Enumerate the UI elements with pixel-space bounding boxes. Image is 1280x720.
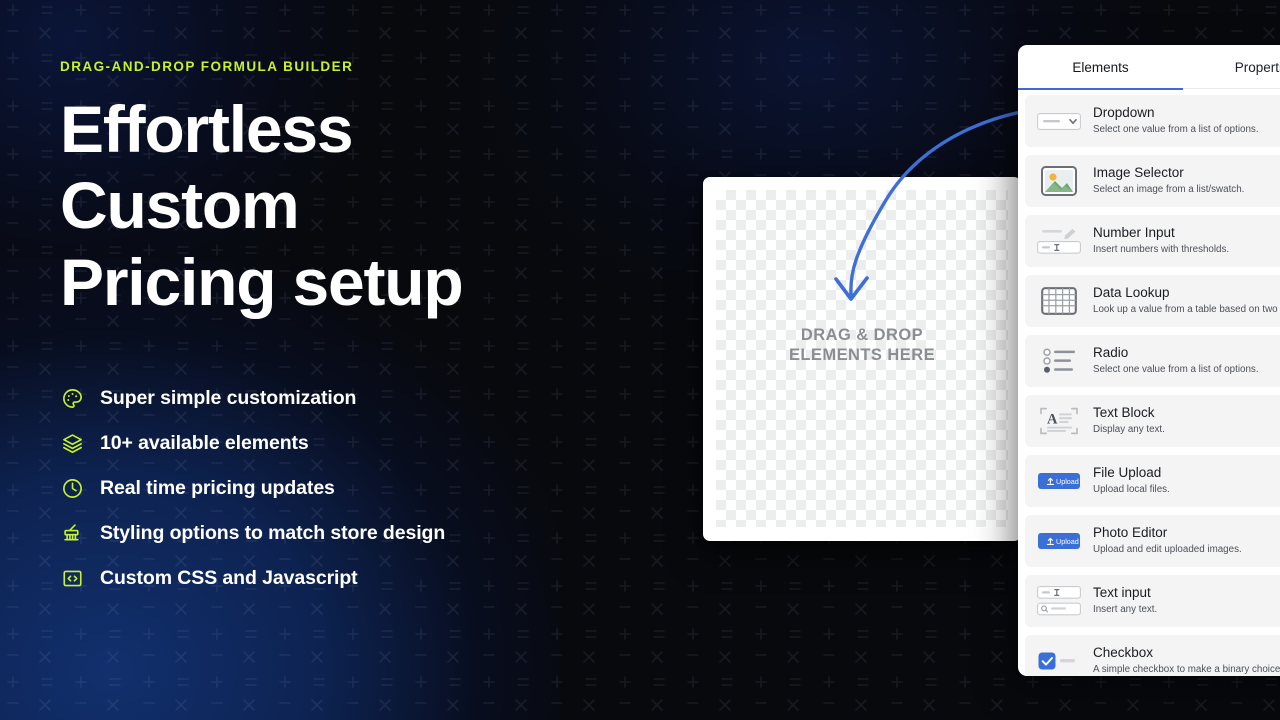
feature-label: Custom CSS and Javascript <box>100 566 358 589</box>
list-item-description: Insert numbers with thresholds. <box>1093 244 1230 256</box>
feature-label: Super simple customization <box>100 386 357 409</box>
photo-editor-thumb-icon: Upload <box>1033 522 1085 560</box>
feature-label: 10+ available elements <box>100 431 309 454</box>
drop-zone-hint-line-1: DRAG & DROP <box>800 326 924 345</box>
list-item-text: Text Block Display any text. <box>1093 405 1280 437</box>
headline-line-3: Pricing setup <box>60 245 464 320</box>
file-upload-thumb-icon: Upload <box>1033 462 1085 500</box>
list-item-description: Select one value from a list of options. <box>1093 364 1259 376</box>
list-item[interactable]: Radio Select one value from a list of op… <box>1025 335 1280 387</box>
data-lookup-thumb-icon <box>1033 282 1085 320</box>
eyebrow-label: DRAG-AND-DROP FORMULA BUILDER <box>60 59 354 74</box>
code-brackets-icon <box>60 567 84 591</box>
feature-item: Super simple customization <box>60 376 680 421</box>
list-item-text: Data Lookup Look up a value from a table… <box>1093 285 1280 317</box>
radio-thumb-icon <box>1033 342 1085 380</box>
drop-zone[interactable]: DRAG & DROP ELEMENTS HERE <box>716 190 1008 527</box>
feature-item: Custom CSS and Javascript <box>60 556 680 601</box>
list-item-title: Text input <box>1093 585 1151 601</box>
text-input-thumb-icon <box>1033 582 1085 620</box>
tab-elements[interactable]: Elements <box>1018 45 1183 90</box>
list-item[interactable]: Upload File Upload Upload local files. <box>1025 455 1280 507</box>
drop-zone-hint-line-2: ELEMENTS HERE <box>788 345 936 364</box>
list-item-title: Text Block <box>1093 405 1155 421</box>
list-item[interactable]: Dropdown Select one value from a list of… <box>1025 95 1280 147</box>
list-item-title: Number Input <box>1093 225 1175 241</box>
drop-zone-hint: DRAG & DROP ELEMENTS HERE <box>789 326 935 365</box>
list-item[interactable]: Number Input Insert numbers with thresho… <box>1025 215 1280 267</box>
list-item-title: Dropdown <box>1093 105 1155 121</box>
list-item[interactable]: Upload Photo Editor Upload and edit uplo… <box>1025 515 1280 567</box>
number-input-thumb-icon <box>1033 222 1085 260</box>
feature-label: Real time pricing updates <box>100 476 335 499</box>
list-item-title: File Upload <box>1093 465 1162 481</box>
list-item-description: Insert any text. <box>1093 604 1158 616</box>
list-item[interactable]: Checkbox A simple checkbox to make a bin… <box>1025 635 1280 676</box>
list-item-description: Look up a value from a table based on tw… <box>1093 304 1280 316</box>
svg-text:Upload: Upload <box>1056 477 1079 486</box>
list-item-title: Image Selector <box>1093 165 1184 181</box>
page-stage: DRAG-AND-DROP FORMULA BUILDER Effortless… <box>0 0 1280 720</box>
palette-icon <box>60 387 84 411</box>
tab-elements-label: Elements <box>1072 59 1129 75</box>
list-item-description: Select an image from a list/swatch. <box>1093 184 1245 196</box>
list-item[interactable]: A Text Block Display any text. <box>1025 395 1280 447</box>
feature-item: 10+ available elements <box>60 421 680 466</box>
dropdown-thumb-icon <box>1033 102 1085 140</box>
list-item[interactable]: Text input Insert any text. <box>1025 575 1280 627</box>
paint-brush-icon <box>60 522 84 546</box>
list-item-text: Image Selector Select an image from a li… <box>1093 165 1280 197</box>
tab-properties-label: Properties <box>1234 59 1280 75</box>
list-item-description: Upload and edit uploaded images. <box>1093 544 1242 556</box>
image-selector-thumb-icon <box>1033 162 1085 200</box>
layers-icon <box>60 432 84 456</box>
list-item-text: Dropdown Select one value from a list of… <box>1093 105 1280 137</box>
headline-line-2: Custom <box>60 168 300 243</box>
list-item-text: Checkbox A simple checkbox to make a bin… <box>1093 645 1280 676</box>
page-title: Effortless Custom Pricing setup <box>60 91 680 322</box>
list-item[interactable]: Image Selector Select an image from a li… <box>1025 155 1280 207</box>
elements-panel: Elements Properties Dropdown Select o <box>1018 45 1280 676</box>
list-item-title: Radio <box>1093 345 1129 361</box>
list-item-text: Photo Editor Upload and edit uploaded im… <box>1093 525 1280 557</box>
feature-item: Styling options to match store design <box>60 511 680 556</box>
list-item-text: File Upload Upload local files. <box>1093 465 1280 497</box>
list-item-text: Number Input Insert numbers with thresho… <box>1093 225 1280 257</box>
feature-label: Styling options to match store design <box>100 521 446 544</box>
list-item[interactable]: Data Lookup Look up a value from a table… <box>1025 275 1280 327</box>
clock-icon <box>60 477 84 501</box>
tab-properties[interactable]: Properties <box>1183 45 1280 89</box>
headline-line-1: Effortless <box>60 91 354 166</box>
list-item-text: Text input Insert any text. <box>1093 585 1280 617</box>
feature-item: Real time pricing updates <box>60 466 680 511</box>
feature-list: Super simple customization 10+ available… <box>60 376 680 601</box>
list-item-text: Radio Select one value from a list of op… <box>1093 345 1280 377</box>
drag-drop-canvas-card[interactable]: DRAG & DROP ELEMENTS HERE <box>703 177 1021 541</box>
list-item-description: Select one value from a list of options. <box>1093 124 1259 136</box>
list-item-title: Data Lookup <box>1093 285 1170 301</box>
list-item-description: A simple checkbox to make a binary choic… <box>1093 664 1280 676</box>
checkbox-thumb-icon <box>1033 642 1085 676</box>
list-item-title: Checkbox <box>1093 645 1154 661</box>
list-item-description: Display any text. <box>1093 424 1165 436</box>
svg-text:A: A <box>1047 412 1058 428</box>
list-item-title: Photo Editor <box>1093 525 1168 541</box>
elements-list[interactable]: Dropdown Select one value from a list of… <box>1018 89 1280 676</box>
hero-copy: DRAG-AND-DROP FORMULA BUILDER Effortless… <box>60 60 680 601</box>
list-item-description: Upload local files. <box>1093 484 1170 496</box>
panel-tab-bar: Elements Properties <box>1018 45 1280 90</box>
svg-text:Upload: Upload <box>1056 537 1079 546</box>
text-block-thumb-icon: A <box>1033 402 1085 440</box>
